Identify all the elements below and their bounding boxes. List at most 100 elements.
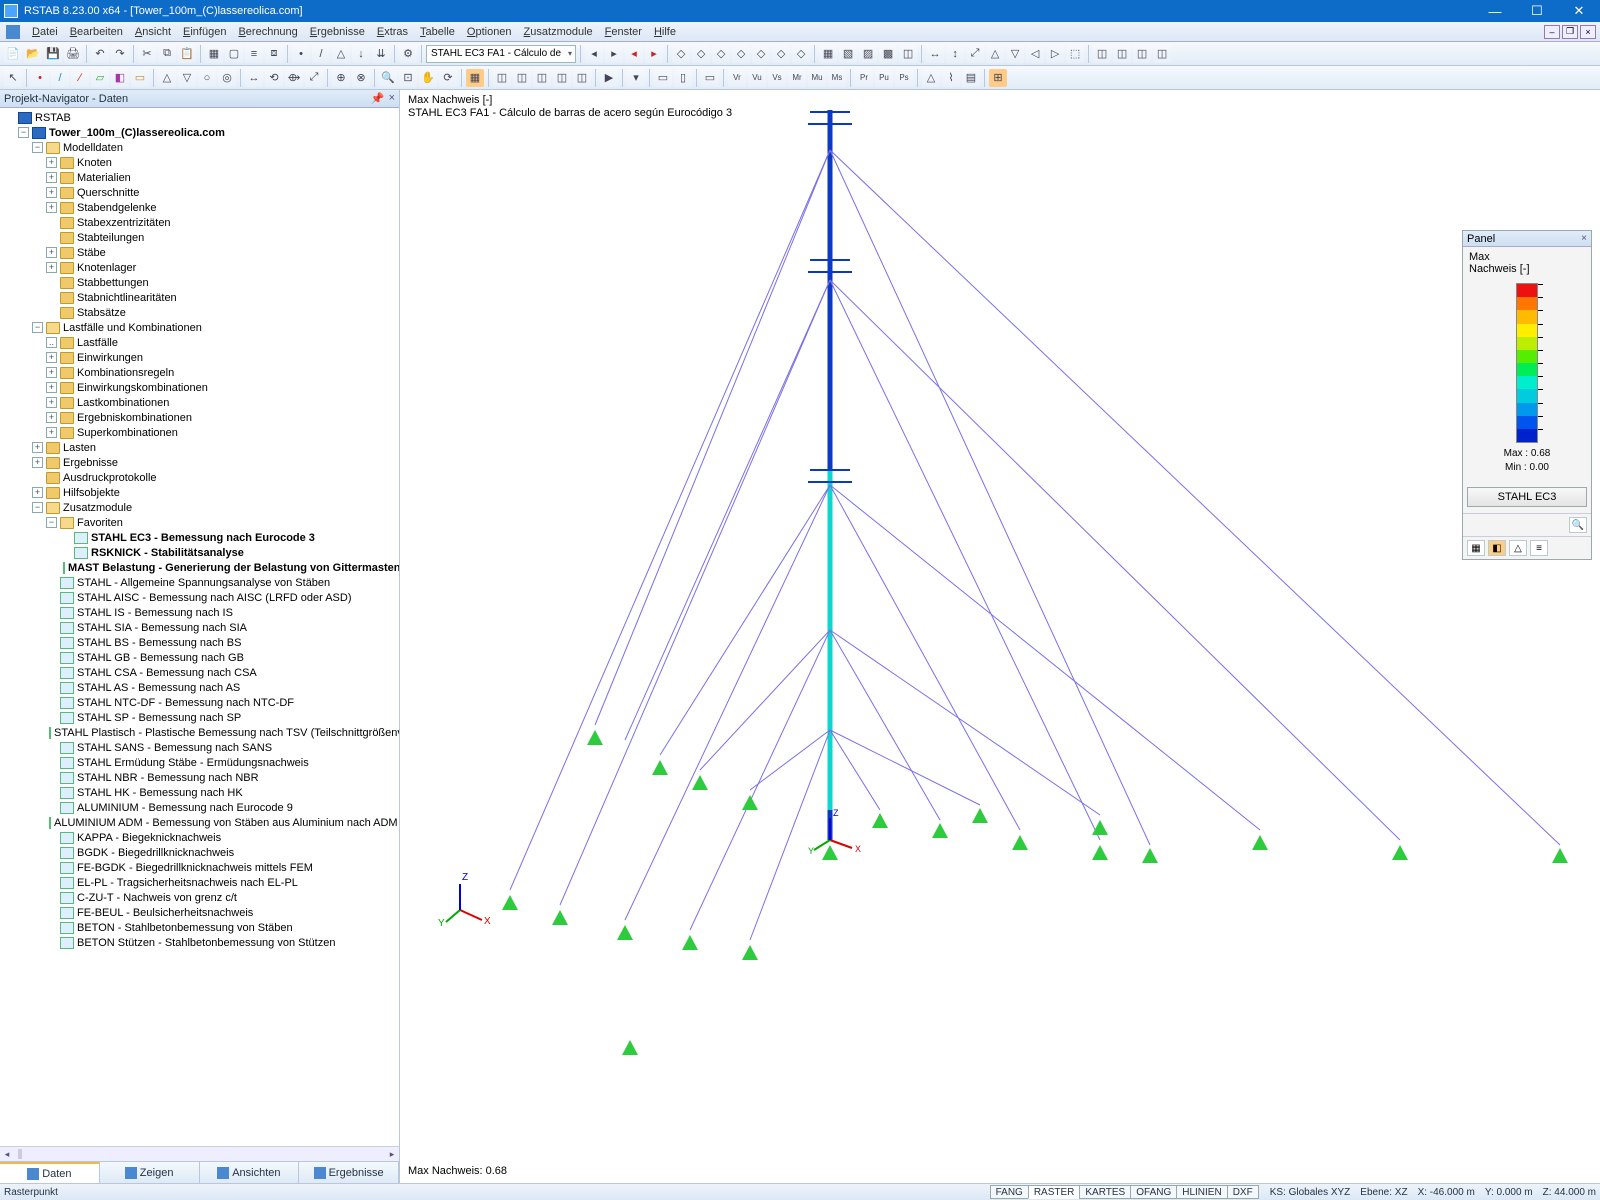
menu-datei[interactable]: Datei bbox=[26, 24, 64, 40]
tree-item[interactable]: RSKNICK - Stabilitätsanalyse bbox=[0, 545, 399, 560]
tree-item[interactable]: +Superkombinationen bbox=[0, 425, 399, 440]
tool-cut[interactable]: ✂ bbox=[138, 45, 156, 63]
tree-item[interactable]: FE-BEUL - Beulsicherheitsnachweis bbox=[0, 905, 399, 920]
t2-f2[interactable]: Vu bbox=[748, 69, 766, 87]
tree-item[interactable]: STAHL SANS - Bemessung nach SANS bbox=[0, 740, 399, 755]
t2-show1[interactable]: ▦ bbox=[466, 69, 484, 87]
t2-node[interactable]: • bbox=[31, 69, 49, 87]
menu-ansicht[interactable]: Ansicht bbox=[129, 24, 177, 40]
tree-item[interactable]: STAHL EC3 - Bemessung nach Eurocode 3 bbox=[0, 530, 399, 545]
panel-zoom-icon[interactable]: 🔍 bbox=[1569, 517, 1587, 533]
tree-item[interactable]: +Lastkombinationen bbox=[0, 395, 399, 410]
nav-pin-icon[interactable]: 📌 bbox=[371, 92, 385, 105]
nav-prevres[interactable]: ◂ bbox=[625, 45, 643, 63]
panel-c[interactable]: ◫ bbox=[1133, 45, 1151, 63]
t2-def[interactable]: ⌇ bbox=[942, 69, 960, 87]
tree-item[interactable]: MAST Belastung - Generierung der Belastu… bbox=[0, 560, 399, 575]
menu-ergebnisse[interactable]: Ergebnisse bbox=[304, 24, 371, 40]
render-5[interactable]: ◫ bbox=[899, 45, 917, 63]
tree-item[interactable]: BETON Stützen - Stahlbetonbemessung von … bbox=[0, 935, 399, 950]
status-tab-hlinien[interactable]: HLINIEN bbox=[1176, 1185, 1227, 1199]
tree-item[interactable]: +Querschnitte bbox=[0, 185, 399, 200]
navigator-hscroll[interactable]: ◂▸ bbox=[0, 1146, 399, 1161]
tree-item[interactable]: +Ergebnisse bbox=[0, 455, 399, 470]
tree-item[interactable]: BETON - Stahlbetonbemessung von Stäben bbox=[0, 920, 399, 935]
tree-item[interactable]: C-ZU-T - Nachweis von grenz c/t bbox=[0, 890, 399, 905]
t2-sup[interactable]: △ bbox=[922, 69, 940, 87]
render-3[interactable]: ▨ bbox=[859, 45, 877, 63]
tool-filter[interactable]: ⧈ bbox=[265, 45, 283, 63]
t2-zoom[interactable]: 🔍 bbox=[379, 69, 397, 87]
tree-item[interactable]: FE-BGDK - Biegedrillknicknachweis mittel… bbox=[0, 860, 399, 875]
panel-module-button[interactable]: STAHL EC3 bbox=[1467, 487, 1587, 507]
tree-item[interactable]: −Lastfälle und Kombinationen bbox=[0, 320, 399, 335]
dim-6[interactable]: ◁ bbox=[1026, 45, 1044, 63]
menu-extras[interactable]: Extras bbox=[371, 24, 414, 40]
tree-item[interactable]: +Knoten bbox=[0, 155, 399, 170]
tree-item[interactable]: STAHL SIA - Bemessung nach SIA bbox=[0, 620, 399, 635]
t2-info[interactable]: ▤ bbox=[962, 69, 980, 87]
panel-a[interactable]: ◫ bbox=[1093, 45, 1111, 63]
t2-p3[interactable]: Ps bbox=[895, 69, 913, 87]
view-iso[interactable]: ◇ bbox=[672, 45, 690, 63]
t2-res4[interactable]: ◫ bbox=[553, 69, 571, 87]
tree-item[interactable]: STAHL HK - Bemessung nach HK bbox=[0, 785, 399, 800]
tree-item[interactable]: −Modelldaten bbox=[0, 140, 399, 155]
tree-item[interactable]: STAHL Ermüdung Stäbe - Ermüdungsnachweis bbox=[0, 755, 399, 770]
mdi-restore[interactable]: ❐ bbox=[1562, 25, 1578, 39]
mdi-close[interactable]: × bbox=[1580, 25, 1596, 39]
tree-item[interactable]: STAHL AISC - Bemessung nach AISC (LRFD o… bbox=[0, 590, 399, 605]
t2-p1[interactable]: Pr bbox=[855, 69, 873, 87]
t2-hinge[interactable]: ○ bbox=[198, 69, 216, 87]
tree-item[interactable]: EL-PL - Tragsicherheitsnachweis nach EL-… bbox=[0, 875, 399, 890]
tool-grid[interactable]: ▦ bbox=[205, 45, 223, 63]
t2-pan[interactable]: ✋ bbox=[419, 69, 437, 87]
status-tab-dxf[interactable]: DXF bbox=[1227, 1185, 1259, 1199]
tree-item[interactable]: +Knotenlager bbox=[0, 260, 399, 275]
menu-berechnung[interactable]: Berechnung bbox=[232, 24, 303, 40]
nav-prev[interactable]: ▸ bbox=[605, 45, 623, 63]
tree-item[interactable]: STAHL CSA - Bemessung nach CSA bbox=[0, 665, 399, 680]
dim-1[interactable]: ↔ bbox=[926, 45, 944, 63]
tree-item[interactable]: +Einwirkungskombinationen bbox=[0, 380, 399, 395]
panel-tool-1[interactable]: ▦ bbox=[1467, 540, 1485, 556]
dim-4[interactable]: △ bbox=[986, 45, 1004, 63]
mdi-minimize[interactable]: – bbox=[1544, 25, 1560, 39]
dim-5[interactable]: ▽ bbox=[1006, 45, 1024, 63]
t2-move[interactable]: ↔ bbox=[245, 69, 263, 87]
t2-member[interactable]: ∕ bbox=[71, 69, 89, 87]
tree-item[interactable]: RSTAB bbox=[0, 110, 399, 125]
status-tab-raster[interactable]: RASTER bbox=[1028, 1185, 1081, 1199]
t2-lsupp[interactable]: ▽ bbox=[178, 69, 196, 87]
t2-res5[interactable]: ◫ bbox=[573, 69, 591, 87]
menu-tabelle[interactable]: Tabelle bbox=[414, 24, 461, 40]
tool-load2[interactable]: ⇊ bbox=[372, 45, 390, 63]
view-z[interactable]: ◇ bbox=[732, 45, 750, 63]
tool-undo[interactable]: ↶ bbox=[91, 45, 109, 63]
tool-new[interactable]: 📄 bbox=[4, 45, 22, 63]
t2-rotate3d[interactable]: ⟳ bbox=[439, 69, 457, 87]
t2-drop[interactable]: ▾ bbox=[627, 69, 645, 87]
t2-solid[interactable]: ◧ bbox=[111, 69, 129, 87]
tool-list[interactable]: ≡ bbox=[245, 45, 263, 63]
panel-close-icon[interactable]: × bbox=[1581, 233, 1587, 244]
panel-tool-4[interactable]: ≡ bbox=[1530, 540, 1548, 556]
tree-item[interactable]: BGDK - Biegedrillknicknachweis bbox=[0, 845, 399, 860]
dim-8[interactable]: ⬚ bbox=[1066, 45, 1084, 63]
dim-3[interactable]: ⤢ bbox=[966, 45, 984, 63]
tree-item[interactable]: −Favoriten bbox=[0, 515, 399, 530]
tree-item[interactable]: +Materialien bbox=[0, 170, 399, 185]
t2-nsupp[interactable]: △ bbox=[158, 69, 176, 87]
status-tab-fang[interactable]: FANG bbox=[990, 1185, 1029, 1199]
t2-conn[interactable]: ⊕ bbox=[332, 69, 350, 87]
t2-split[interactable]: ⊗ bbox=[352, 69, 370, 87]
tree-item[interactable]: STAHL NTC-DF - Bemessung nach NTC-DF bbox=[0, 695, 399, 710]
tree-item[interactable]: +Stabendgelenke bbox=[0, 200, 399, 215]
t2-f3[interactable]: Vs bbox=[768, 69, 786, 87]
t2-w1[interactable]: ▭ bbox=[701, 69, 719, 87]
view-yz[interactable]: ◇ bbox=[792, 45, 810, 63]
t2-line[interactable]: / bbox=[51, 69, 69, 87]
view-y[interactable]: ◇ bbox=[712, 45, 730, 63]
tool-calc[interactable]: ⚙ bbox=[399, 45, 417, 63]
tree-item[interactable]: Stabsätze bbox=[0, 305, 399, 320]
